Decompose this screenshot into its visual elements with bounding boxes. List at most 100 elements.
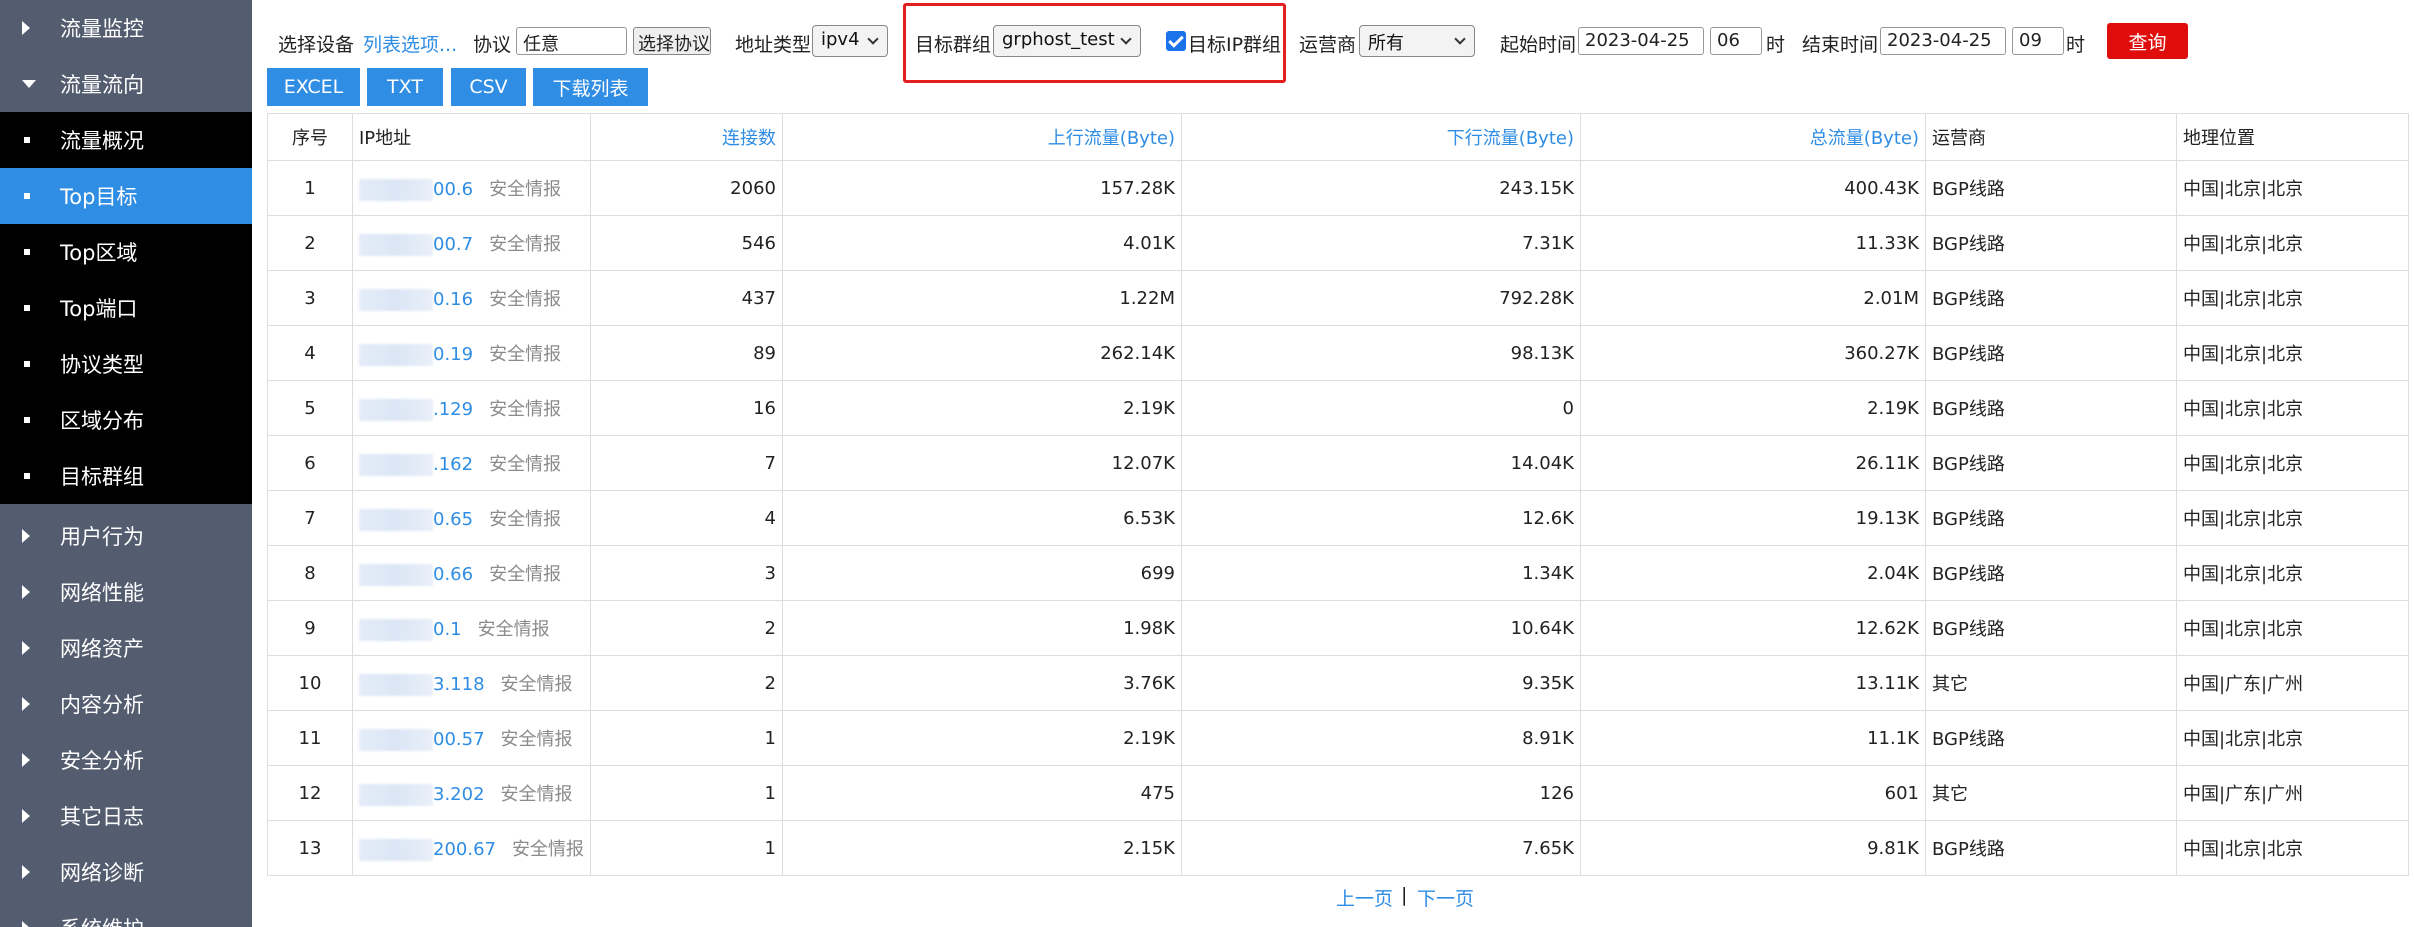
security-intel-link[interactable]: 安全情报 [489, 234, 561, 255]
download-list-button[interactable]: 下载列表 [533, 68, 648, 106]
isp-cell: BGP线路 [1924, 490, 2177, 546]
total-cell: 12.62K [1579, 600, 1926, 656]
security-intel-link[interactable]: 安全情报 [501, 729, 573, 750]
ip-link[interactable]: 0.16 [433, 289, 473, 310]
col-header-isp: 运营商 [1924, 113, 2177, 161]
security-intel-link[interactable]: 安全情报 [489, 289, 561, 310]
redacted-ip [359, 344, 433, 366]
security-intel-link[interactable]: 安全情报 [489, 179, 561, 200]
security-intel-link[interactable]: 安全情报 [489, 509, 561, 530]
security-intel-link[interactable]: 安全情报 [489, 454, 561, 475]
redacted-ip [359, 619, 433, 641]
col-header-download[interactable]: 下行流量(Byte) [1180, 113, 1581, 161]
nav-item-content-analysis[interactable]: 内容分析 [0, 676, 252, 732]
nav-item-other-logs[interactable]: 其它日志 [0, 788, 252, 844]
select-protocol-button[interactable]: 选择协议 [633, 27, 711, 55]
query-button[interactable]: 查询 [2107, 23, 2188, 59]
nav-item-traffic-monitor[interactable]: 流量监控 [0, 0, 252, 56]
security-intel-link[interactable]: 安全情报 [478, 619, 550, 640]
nav-item-security-analysis[interactable]: 安全分析 [0, 732, 252, 788]
export-csv-button[interactable]: CSV [451, 68, 526, 106]
geo-cell: 中国|北京|北京 [2175, 435, 2409, 491]
nav-item-traffic-direction[interactable]: 流量流向 [0, 56, 252, 112]
sub-item-top-region[interactable]: Top区域 [0, 224, 252, 280]
device-select-link[interactable]: 列表选项... [363, 30, 457, 57]
security-intel-link[interactable]: 安全情报 [512, 839, 584, 860]
redacted-ip [359, 454, 433, 476]
total-cell: 13.11K [1579, 655, 1926, 711]
protocol-input[interactable]: 任意 [516, 27, 627, 55]
col-header-total[interactable]: 总流量(Byte) [1579, 113, 1926, 161]
address-type-select[interactable]: ipv4 [812, 25, 888, 57]
ip-link[interactable]: 0.19 [433, 344, 473, 365]
col-header-connections[interactable]: 连接数 [589, 113, 783, 161]
ip-link[interactable]: .162 [433, 454, 473, 475]
bullet-icon [24, 305, 30, 311]
target-group-select[interactable]: grphost_test [993, 25, 1141, 57]
security-intel-link[interactable]: 安全情报 [501, 784, 573, 805]
total-cell: 19.13K [1579, 490, 1926, 546]
upload-cell: 157.28K [781, 160, 1182, 216]
prev-page-link[interactable]: 上一页 [1336, 884, 1393, 911]
ip-cell: 00.7 安全情报 [352, 215, 591, 271]
next-page-link[interactable]: 下一页 [1417, 884, 1474, 911]
ip-link[interactable]: 0.65 [433, 509, 473, 530]
redacted-ip [359, 509, 433, 531]
sub-item-protocol-type[interactable]: 协议类型 [0, 336, 252, 392]
end-date-input[interactable]: 2023-04-25 [1880, 27, 2006, 55]
nav-item-network-assets[interactable]: 网络资产 [0, 620, 252, 676]
sub-item-traffic-overview[interactable]: 流量概况 [0, 112, 252, 168]
upload-cell: 2.15K [781, 820, 1182, 876]
sub-item-label: 区域分布 [60, 409, 144, 433]
nav-item-user-behavior[interactable]: 用户行为 [0, 508, 252, 564]
security-intel-link[interactable]: 安全情报 [489, 344, 561, 365]
ip-cell: .129 安全情报 [352, 380, 591, 436]
security-intel-link[interactable]: 安全情报 [489, 399, 561, 420]
isp-cell: 其它 [1924, 655, 2177, 711]
start-date-input[interactable]: 2023-04-25 [1578, 27, 1704, 55]
geo-cell: 中国|北京|北京 [2175, 545, 2409, 601]
end-hour-input[interactable]: 09 [2012, 27, 2064, 55]
isp-cell: BGP线路 [1924, 545, 2177, 601]
ip-link[interactable]: 00.57 [433, 729, 485, 750]
top-target-table: 序号 IP地址 连接数 上行流量(Byte) 下行流量(Byte) 总流量(By… [267, 113, 2409, 876]
chevron-right-icon [22, 585, 30, 599]
sub-item-region-distribution[interactable]: 区域分布 [0, 392, 252, 448]
ip-link[interactable]: 200.67 [433, 839, 496, 860]
ip-link[interactable]: .129 [433, 399, 473, 420]
nav-item-network-diagnosis[interactable]: 网络诊断 [0, 844, 252, 900]
start-hour-unit: 时 [1766, 34, 1786, 56]
sub-item-target-group[interactable]: 目标群组 [0, 448, 252, 504]
ip-link[interactable]: 0.1 [433, 619, 462, 640]
export-txt-button[interactable]: TXT [367, 68, 443, 106]
ip-group-checkbox[interactable] [1166, 31, 1186, 51]
geo-cell: 中国|北京|北京 [2175, 600, 2409, 656]
nav-item-network-performance[interactable]: 网络性能 [0, 564, 252, 620]
ip-link[interactable]: 0.66 [433, 564, 473, 585]
upload-cell: 262.14K [781, 325, 1182, 381]
security-intel-link[interactable]: 安全情报 [489, 564, 561, 585]
isp-cell: BGP线路 [1924, 435, 2177, 491]
export-excel-button[interactable]: EXCEL [267, 68, 360, 106]
ip-link[interactable]: 00.6 [433, 179, 473, 200]
nav-item-system-maintenance[interactable]: 系统维护 [0, 900, 252, 927]
security-intel-link[interactable]: 安全情报 [501, 674, 573, 695]
ip-link[interactable]: 3.118 [433, 674, 485, 695]
col-header-upload[interactable]: 上行流量(Byte) [781, 113, 1182, 161]
ip-cell: 3.118 安全情报 [352, 655, 591, 711]
ip-cell: 200.67 安全情报 [352, 820, 591, 876]
chevron-down-icon [867, 33, 879, 45]
start-time-label: 起始时间 [1500, 34, 1577, 56]
geo-cell: 中国|北京|北京 [2175, 325, 2409, 381]
isp-label: 运营商 [1299, 34, 1357, 56]
ip-link[interactable]: 3.202 [433, 784, 485, 805]
table-row: 6 .162 安全情报 7 12.07K 14.04K 26.11K BGP线路 中国|北京|北… [267, 435, 2409, 491]
total-cell: 26.11K [1579, 435, 1926, 491]
sub-item-top-port[interactable]: Top端口 [0, 280, 252, 336]
download-cell: 126 [1180, 765, 1581, 821]
ip-link[interactable]: 00.7 [433, 234, 473, 255]
start-hour-input[interactable]: 06 [1710, 27, 1762, 55]
sub-item-top-target[interactable]: Top目标 [0, 168, 252, 224]
geo-cell: 中国|北京|北京 [2175, 270, 2409, 326]
isp-select[interactable]: 所有 [1359, 25, 1475, 57]
